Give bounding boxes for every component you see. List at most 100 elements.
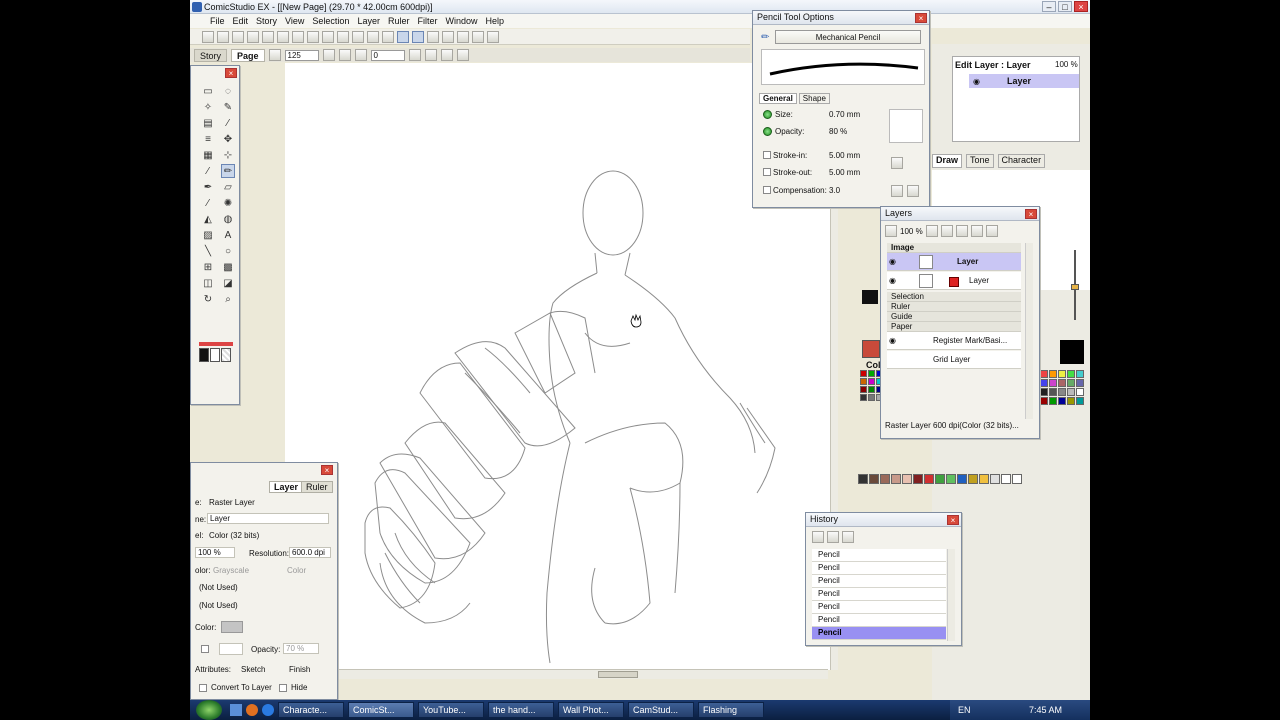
airbrush-icon[interactable]: ✺ xyxy=(221,196,235,210)
color-swatch[interactable] xyxy=(1049,379,1057,387)
zoom-field[interactable]: 125 xyxy=(284,49,319,61)
color-swatch[interactable] xyxy=(1040,379,1048,387)
main-color-box[interactable] xyxy=(862,340,880,358)
tab-story[interactable]: Story xyxy=(194,48,228,62)
convert-checkbox[interactable] xyxy=(199,684,207,692)
tab-draw[interactable]: Draw xyxy=(932,154,963,168)
transparent-swatch[interactable] xyxy=(221,348,231,362)
eye-icon[interactable]: ◉ xyxy=(973,77,980,86)
pen-icon[interactable]: ✒ xyxy=(201,180,215,194)
stroke-out-checkbox[interactable] xyxy=(763,168,771,176)
group-ruler[interactable]: Ruler xyxy=(887,302,1021,312)
task-camstudio[interactable]: CamStud... xyxy=(628,702,694,718)
color-swatch[interactable] xyxy=(1076,397,1084,405)
task-youtube[interactable]: YouTube... xyxy=(418,702,484,718)
new-layer-icon[interactable] xyxy=(925,225,938,237)
brush-size-slider[interactable] xyxy=(1068,244,1082,324)
color-swatch[interactable] xyxy=(902,474,912,484)
group-image[interactable]: Image xyxy=(887,243,1021,253)
menu-story[interactable]: Story xyxy=(256,16,277,26)
color-swatch[interactable] xyxy=(1067,379,1075,387)
select-pen-icon[interactable]: ✎ xyxy=(221,100,235,114)
tab-page[interactable]: Page xyxy=(231,48,265,62)
marquee-icon[interactable]: ▭ xyxy=(201,84,215,98)
color-swatch[interactable] xyxy=(957,474,967,484)
sub-color-swatch[interactable] xyxy=(210,348,220,362)
tab-shape[interactable]: Shape xyxy=(798,93,830,104)
redo-icon[interactable] xyxy=(827,531,839,543)
new-icon[interactable] xyxy=(202,30,214,43)
color-swatch[interactable] xyxy=(868,386,875,393)
zoom-tool-icon[interactable]: ⌕ xyxy=(221,292,235,306)
display-color-checkbox[interactable] xyxy=(201,645,209,653)
color-swatch[interactable] xyxy=(1058,370,1066,378)
history-menu-icon[interactable] xyxy=(842,531,854,543)
folder-icon[interactable] xyxy=(940,225,953,237)
tab-tone[interactable]: Tone xyxy=(966,154,994,168)
color-swatch[interactable] xyxy=(1040,370,1048,378)
menu-ruler[interactable]: Ruler xyxy=(388,16,410,26)
color-swatch[interactable] xyxy=(1067,388,1075,396)
sketch-radio[interactable]: Sketch xyxy=(241,665,265,674)
layer-row-grid[interactable]: Grid Layer xyxy=(887,351,1021,369)
eye-icon[interactable]: ◉ xyxy=(889,276,896,285)
flip-h-icon[interactable] xyxy=(408,49,421,61)
color-swatch[interactable] xyxy=(868,370,875,377)
zoom-out-icon[interactable] xyxy=(338,49,351,61)
menu-file[interactable]: File xyxy=(210,16,225,26)
color-swatch[interactable] xyxy=(1067,370,1075,378)
color-swatch[interactable] xyxy=(1049,397,1057,405)
fit-page-icon[interactable] xyxy=(440,49,453,61)
actual-size-icon[interactable] xyxy=(456,49,469,61)
hide-checkbox[interactable] xyxy=(279,684,287,692)
color-swatch[interactable] xyxy=(913,474,923,484)
history-item[interactable]: Pencil xyxy=(812,601,946,614)
color-black-swatch[interactable] xyxy=(862,290,878,304)
color-swatch[interactable] xyxy=(868,394,875,401)
rotate-left-icon[interactable] xyxy=(354,49,367,61)
menu-filter[interactable]: Filter xyxy=(417,16,437,26)
open-icon[interactable] xyxy=(217,30,229,43)
grid-icon[interactable] xyxy=(442,30,454,43)
pencil-icon[interactable]: ✏ xyxy=(221,164,235,178)
undo-icon[interactable] xyxy=(322,30,334,43)
view-single-icon[interactable] xyxy=(397,30,409,43)
menu-selection[interactable]: Selection xyxy=(312,16,349,26)
history-item[interactable]: Pencil xyxy=(812,549,946,562)
close-button[interactable]: × xyxy=(1074,1,1088,12)
stroke-in-value[interactable]: 5.00 mm xyxy=(829,151,860,160)
rotate-view-icon[interactable]: ↻ xyxy=(201,292,215,306)
color-swatch[interactable] xyxy=(1058,388,1066,396)
rotate-field[interactable]: 0 xyxy=(370,49,405,61)
color-swatch[interactable] xyxy=(979,474,989,484)
ruler-icon[interactable] xyxy=(457,30,469,43)
sample-icon[interactable]: ⊹ xyxy=(221,148,235,162)
group-selection[interactable]: Selection xyxy=(887,292,1021,302)
view-spread-icon[interactable] xyxy=(412,30,424,43)
color-swatch[interactable] xyxy=(868,378,875,385)
size-pressure-icon[interactable] xyxy=(763,110,772,119)
save-icon[interactable] xyxy=(232,30,244,43)
pattern-brush-icon[interactable]: ◍ xyxy=(221,212,235,226)
preset-select[interactable]: Mechanical Pencil xyxy=(775,30,921,44)
magic-wand-icon[interactable]: ✧ xyxy=(201,100,215,114)
gradient-icon[interactable]: ▨ xyxy=(201,228,215,242)
color-swatch[interactable] xyxy=(1058,397,1066,405)
show-desktop-icon[interactable] xyxy=(230,704,242,716)
history-item[interactable]: Pencil xyxy=(812,562,946,575)
brush-select-icon[interactable]: ⁄ xyxy=(221,116,235,130)
fit-icon[interactable] xyxy=(268,49,281,61)
line-icon[interactable]: ╲ xyxy=(201,244,215,258)
layers-opacity-value[interactable]: 100 % xyxy=(900,227,923,236)
color-swatch[interactable] xyxy=(869,474,879,484)
color-swatch[interactable] xyxy=(1049,388,1057,396)
frame-icon[interactable]: ◫ xyxy=(201,276,215,290)
paste-icon[interactable] xyxy=(292,30,304,43)
tone-icon[interactable]: ▩ xyxy=(221,260,235,274)
history-item[interactable]: Pencil xyxy=(812,575,946,588)
display-color-swatch[interactable] xyxy=(221,621,243,633)
text-icon[interactable]: A xyxy=(221,228,235,242)
color-radio[interactable]: Color xyxy=(287,566,306,575)
trash-icon[interactable] xyxy=(955,225,968,237)
cut-icon[interactable] xyxy=(262,30,274,43)
